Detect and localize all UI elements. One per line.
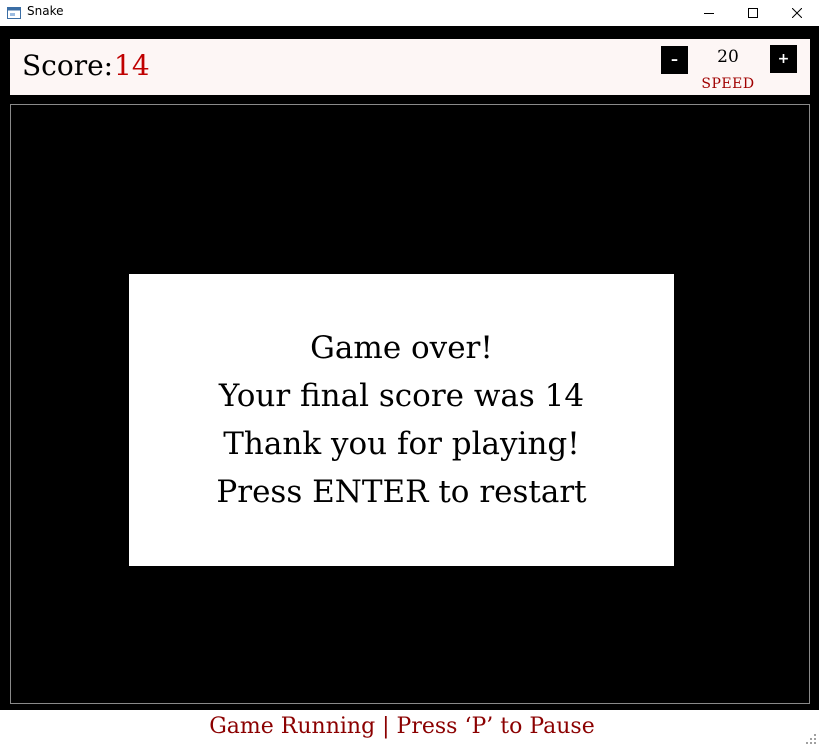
title-bar[interactable]: Snake	[0, 0, 819, 26]
speed-label: SPEED	[701, 76, 755, 92]
speed-increase-button[interactable]: +	[770, 45, 797, 73]
score-panel: Score: 14 – 20 + SPEED	[10, 39, 810, 95]
window-title: Snake	[27, 4, 64, 18]
speed-value: 20	[717, 47, 739, 67]
score-value: 14	[114, 49, 150, 82]
final-score-text: Your final score was 14	[218, 378, 585, 414]
status-text: Game Running | Press ‘P’ to Pause	[209, 714, 595, 739]
speed-decrease-button[interactable]: –	[661, 46, 688, 74]
minimize-icon	[704, 8, 714, 18]
game-board[interactable]: Game over! Your final score was 14 Thank…	[10, 104, 810, 704]
resize-grip-icon[interactable]	[805, 730, 817, 744]
restart-hint-text: Press ENTER to restart	[216, 474, 587, 510]
score-label: Score:	[22, 49, 114, 82]
snake-app-icon	[7, 5, 21, 19]
game-client-area: Score: 14 – 20 + SPEED Game over! Your f…	[0, 26, 819, 710]
game-over-dialog: Game over! Your final score was 14 Thank…	[129, 274, 674, 566]
close-button[interactable]	[774, 0, 819, 26]
status-bar: Game Running | Press ‘P’ to Pause	[0, 710, 819, 744]
close-icon	[792, 8, 802, 18]
maximize-icon	[748, 8, 758, 18]
game-over-title: Game over!	[310, 330, 493, 366]
maximize-button[interactable]	[730, 0, 776, 26]
thank-you-text: Thank you for playing!	[223, 426, 580, 462]
minimize-button[interactable]	[686, 0, 732, 26]
snake-window: Snake Score: 14 – 20 + SPEED Game over! …	[0, 0, 819, 744]
